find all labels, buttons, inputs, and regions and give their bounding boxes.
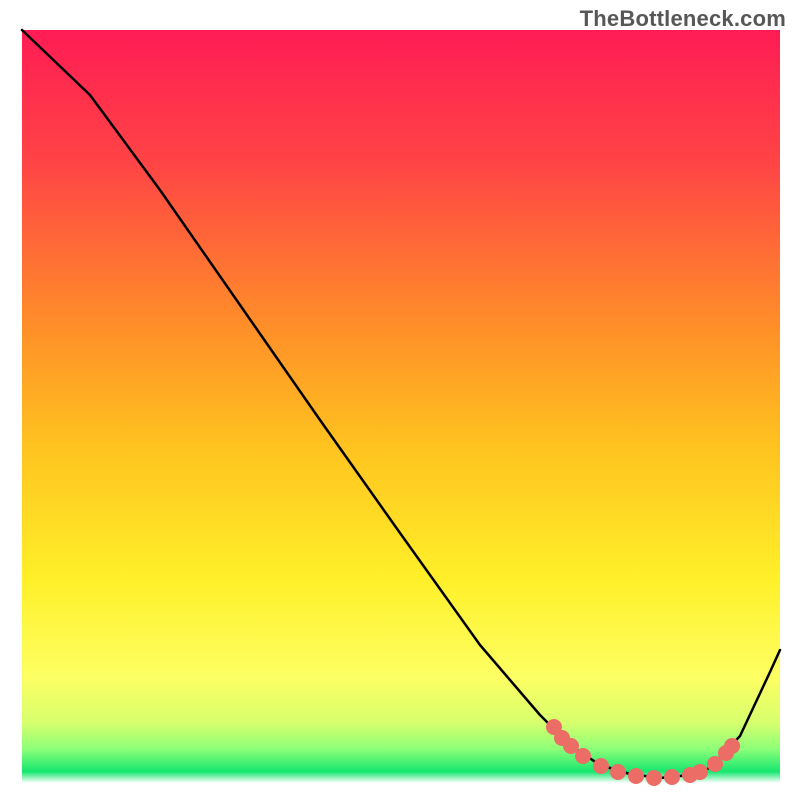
chart-container: TheBottleneck.com — [0, 0, 800, 800]
valley-marker — [646, 770, 662, 786]
valley-marker — [724, 738, 740, 754]
valley-marker — [610, 764, 626, 780]
valley-marker — [664, 769, 680, 785]
valley-marker — [593, 758, 609, 774]
valley-marker — [628, 768, 644, 784]
bottleneck-chart — [0, 0, 800, 800]
valley-marker — [575, 748, 591, 764]
watermark-text: TheBottleneck.com — [580, 6, 786, 32]
valley-marker — [692, 764, 708, 780]
chart-plot-area — [22, 30, 780, 783]
